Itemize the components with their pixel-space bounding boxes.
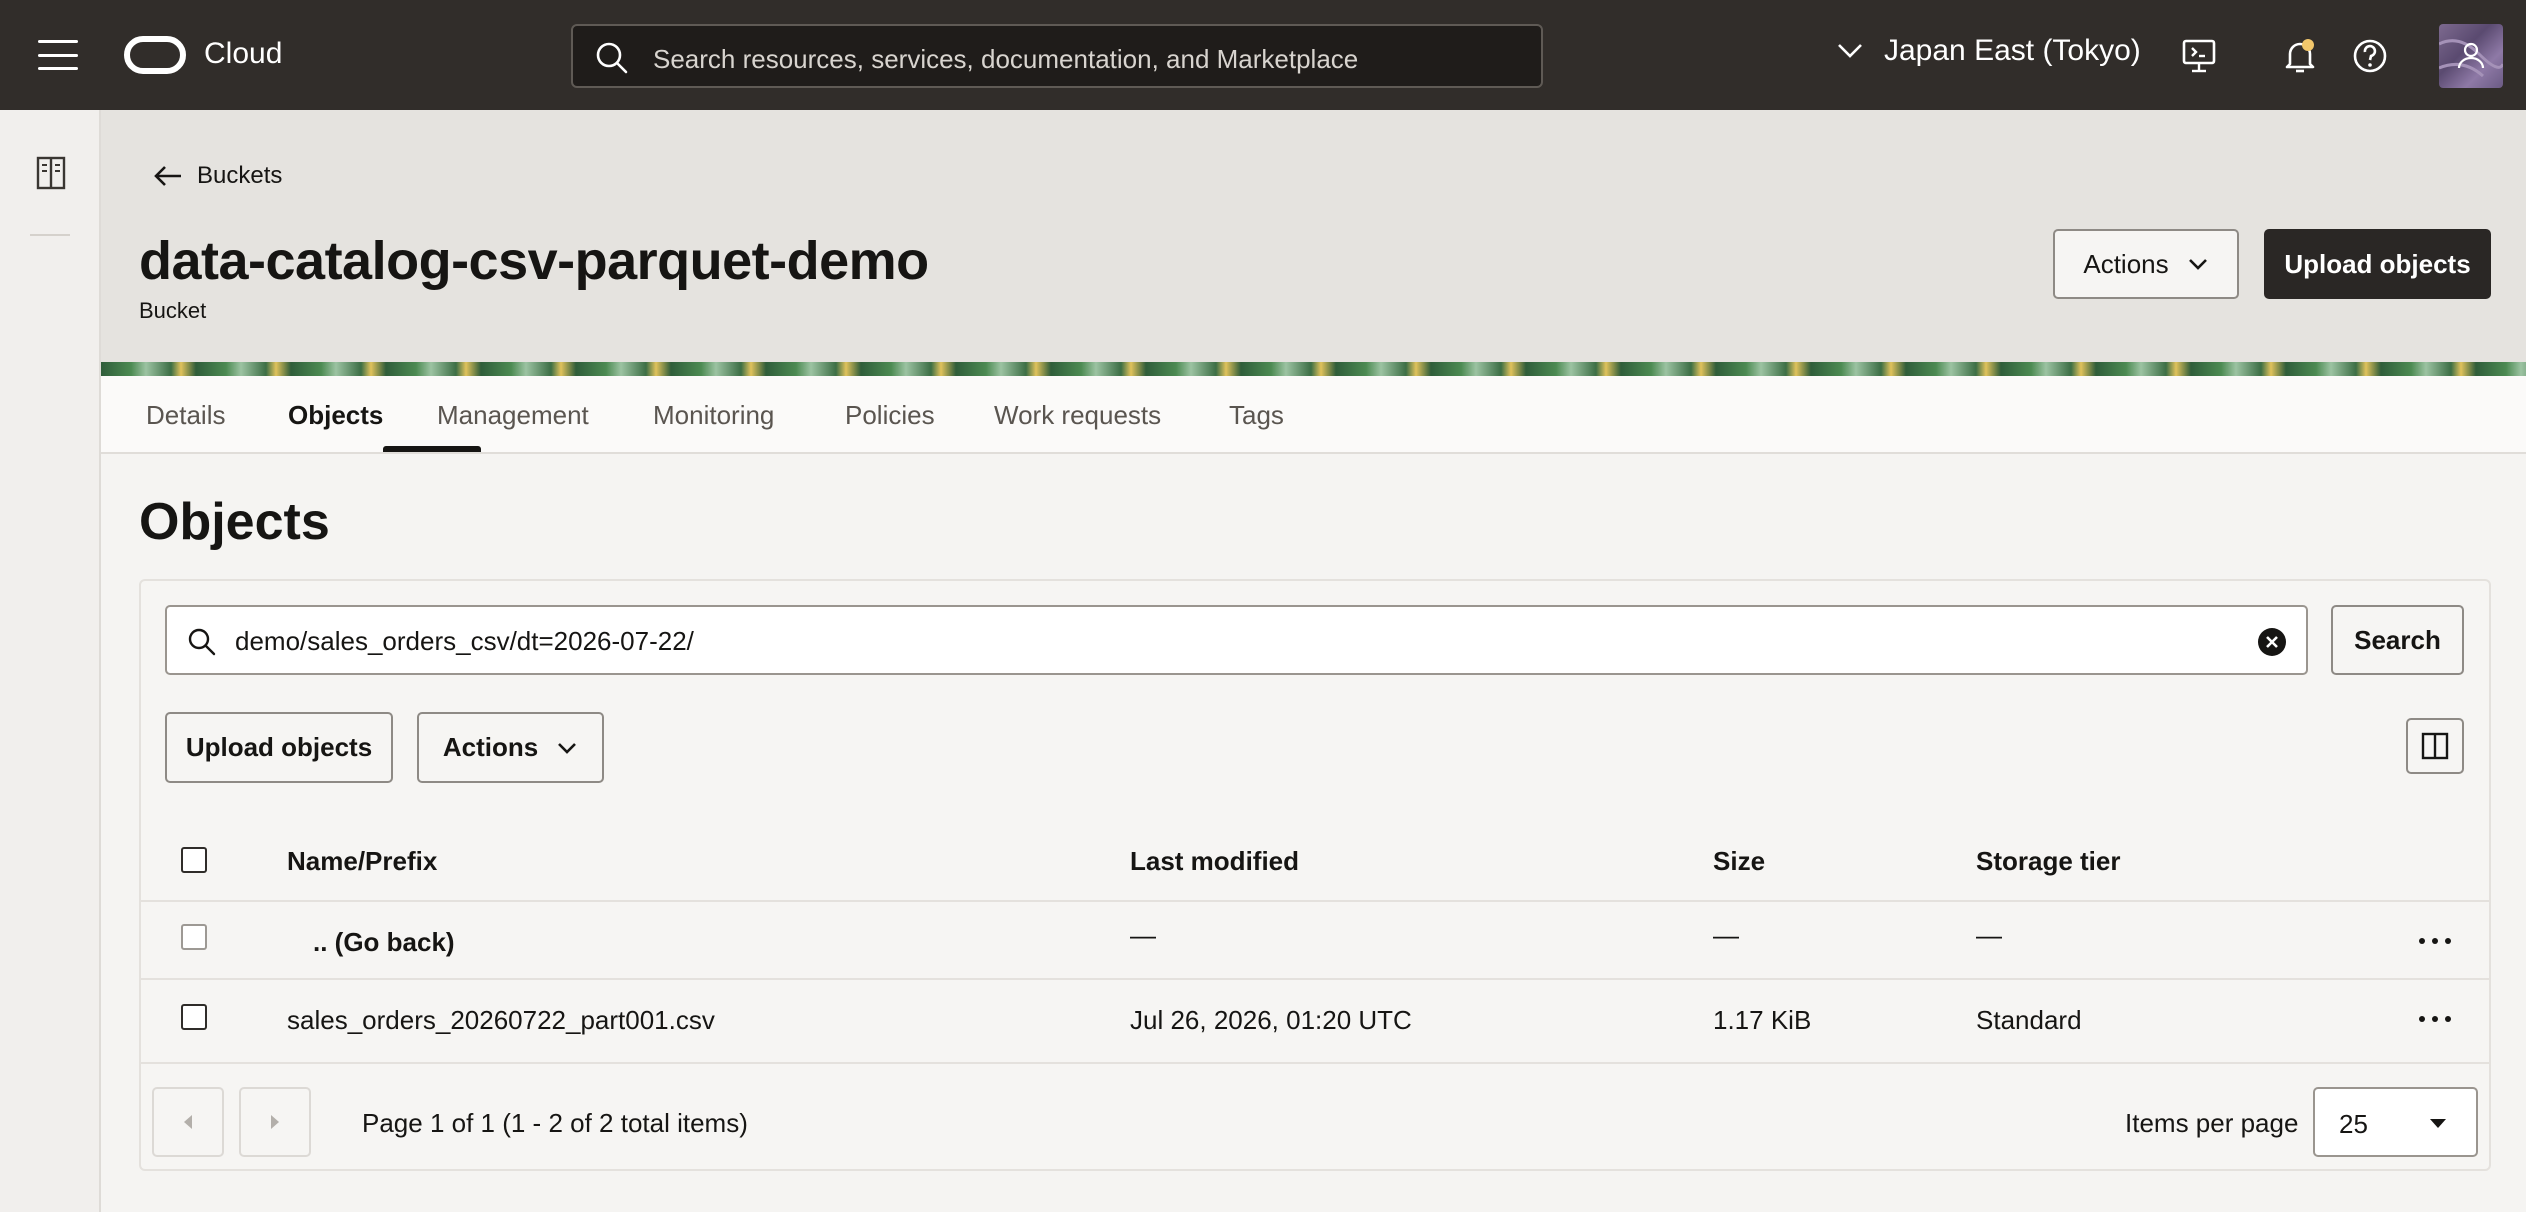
region-label: Japan East (Tokyo) <box>1884 34 2141 67</box>
select-all-checkbox[interactable] <box>181 847 207 873</box>
objects-actions-button[interactable]: Actions <box>417 712 604 783</box>
left-rail <box>0 110 101 1212</box>
divider <box>30 234 70 236</box>
region-selector[interactable]: Japan East (Tokyo) <box>1836 34 2141 68</box>
header-actions-button[interactable]: Actions <box>2053 229 2239 299</box>
search-icon <box>596 42 628 74</box>
top-navigation-bar: Cloud Search resources, services, docume… <box>0 0 2526 110</box>
go-back-link[interactable]: .. (Go back) <box>313 927 455 958</box>
header-actions-label: Actions <box>2083 248 2169 279</box>
items-per-page-select[interactable]: 25 <box>2313 1087 2478 1157</box>
oracle-logo-icon[interactable] <box>124 36 186 74</box>
cell-size: — <box>1713 920 1739 950</box>
upload-objects-button[interactable]: Upload objects <box>165 712 393 783</box>
table-row: sales_orders_20260722_part001.csv Jul 26… <box>141 980 2489 1064</box>
previous-page-button[interactable] <box>152 1087 224 1157</box>
header-upload-objects-button[interactable]: Upload objects <box>2264 229 2491 299</box>
tab-monitoring[interactable]: Monitoring <box>653 400 774 431</box>
chevron-down-icon <box>558 742 577 754</box>
object-search-field[interactable] <box>165 605 2308 675</box>
pagination-summary: Page 1 of 1 (1 - 2 of 2 total items) <box>362 1108 748 1138</box>
tab-bar: Details Objects Management Monitoring Po… <box>101 376 2526 454</box>
row-actions-menu-icon[interactable] <box>2419 1016 2451 1024</box>
tab-details[interactable]: Details <box>146 400 225 431</box>
caret-left-icon <box>184 1115 192 1129</box>
menu-icon[interactable] <box>38 40 78 70</box>
column-header-last-modified[interactable]: Last modified <box>1130 846 1299 877</box>
search-button-label: Search <box>2354 624 2441 655</box>
cell-last-modified: — <box>1130 920 1156 950</box>
brand-name[interactable]: Cloud <box>204 37 282 71</box>
cell-storage-tier: Standard <box>1976 1005 2082 1035</box>
caret-right-icon <box>271 1115 279 1129</box>
page-title: data-catalog-csv-parquet-demo <box>139 231 929 291</box>
header-upload-label: Upload objects <box>2284 248 2471 279</box>
active-tab-indicator <box>383 446 481 452</box>
global-search-placeholder: Search resources, services, documentatio… <box>653 44 1359 74</box>
object-name-link[interactable]: sales_orders_20260722_part001.csv <box>287 1005 715 1036</box>
search-button[interactable]: Search <box>2331 605 2464 675</box>
table-row: .. (Go back) — — — <box>141 902 2489 980</box>
clear-search-icon[interactable] <box>2257 627 2287 657</box>
help-icon[interactable] <box>2350 36 2390 76</box>
tab-tags[interactable]: Tags <box>1229 400 1284 431</box>
objects-actions-label: Actions <box>442 732 539 762</box>
column-layout-toggle[interactable] <box>2406 718 2464 774</box>
user-avatar[interactable] <box>2439 24 2503 88</box>
cell-size: 1.17 KiB <box>1713 1005 1812 1035</box>
items-per-page-value: 25 <box>2339 1109 2368 1139</box>
tab-management[interactable]: Management <box>437 400 589 431</box>
arrow-left-icon <box>154 166 181 186</box>
table-header: Name/Prefix Last modified Size Storage t… <box>141 830 2489 902</box>
cell-last-modified: Jul 26, 2026, 01:20 UTC <box>1130 1005 1412 1035</box>
tab-objects[interactable]: Objects <box>288 400 383 431</box>
breadcrumb-back-link[interactable]: Buckets <box>153 162 282 190</box>
cloud-shell-icon[interactable] <box>2180 36 2220 76</box>
row-checkbox[interactable] <box>181 1004 207 1030</box>
tab-work-requests[interactable]: Work requests <box>994 400 1161 431</box>
panel-toggle-icon[interactable] <box>36 156 66 190</box>
decorative-banner <box>101 362 2526 376</box>
items-per-page-label: Items per page <box>2125 1108 2299 1138</box>
chevron-down-icon <box>2188 259 2207 270</box>
caret-down-icon <box>2430 1119 2446 1128</box>
section-title: Objects <box>139 493 330 551</box>
upload-objects-label: Upload objects <box>185 732 373 762</box>
object-search-input[interactable] <box>235 621 2215 661</box>
search-icon <box>188 628 216 656</box>
breadcrumb-label: Buckets <box>197 162 283 189</box>
user-icon <box>2439 39 2503 78</box>
chevron-down-icon <box>1838 44 1862 58</box>
next-page-button[interactable] <box>239 1087 311 1157</box>
row-actions-menu-icon[interactable] <box>2419 938 2451 946</box>
page-subtitle: Bucket <box>139 298 207 323</box>
split-view-icon <box>2421 732 2449 760</box>
column-header-storage-tier[interactable]: Storage tier <box>1976 846 2121 877</box>
row-checkbox[interactable] <box>181 924 207 950</box>
tab-policies[interactable]: Policies <box>845 400 935 431</box>
column-header-name[interactable]: Name/Prefix <box>287 846 437 877</box>
notifications-bell-icon[interactable] <box>2280 36 2320 76</box>
column-header-size[interactable]: Size <box>1713 846 1765 877</box>
global-search-input[interactable]: Search resources, services, documentatio… <box>571 24 1543 88</box>
cell-storage-tier: — <box>1976 920 2002 950</box>
